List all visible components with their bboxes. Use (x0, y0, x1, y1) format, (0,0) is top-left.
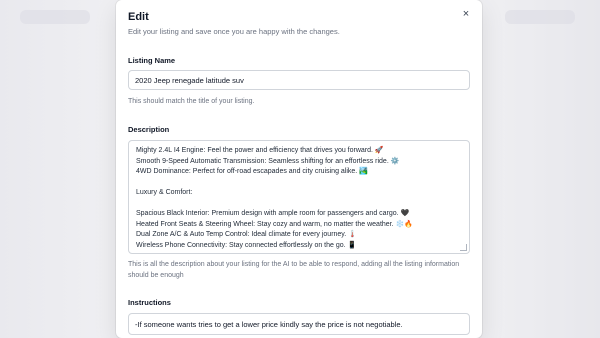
description-line: Spacious Black Interior: Premium design … (136, 210, 410, 217)
description-line: Dual Zone A/C & Auto Temp Control: Ideal… (136, 231, 357, 238)
listing-name-help: This should match the title of your list… (128, 98, 255, 105)
modal-subtitle: Edit your listing and save once you are … (128, 27, 340, 36)
close-icon[interactable]: × (460, 8, 472, 20)
listing-name-input[interactable]: 2020 Jeep renegade latitude suv (128, 70, 470, 90)
description-textarea[interactable]: Mighty 2.4L I4 Engine: Feel the power an… (128, 140, 470, 254)
description-line: Heated Front Seats & Steering Wheel: Sta… (136, 220, 413, 228)
modal-title: Edit (128, 11, 149, 23)
description-line: Wireless Phone Connectivity: Stay connec… (136, 241, 357, 249)
description-line: Luxury & Comfort: (136, 189, 193, 196)
instructions-label: Instructions (128, 298, 171, 307)
description-line: 4WD Dominance: Perfect for off-road esca… (136, 168, 368, 175)
edit-listing-modal: × Edit Edit your listing and save once y… (116, 0, 482, 338)
description-line (136, 178, 462, 189)
resize-handle[interactable] (460, 244, 467, 251)
description-help: This is all the description about your l… (128, 261, 460, 279)
background-panel-left (20, 10, 90, 24)
description-label: Description (128, 125, 170, 134)
description-line: Mighty 2.4L I4 Engine: Feel the power an… (136, 147, 384, 154)
description-line (136, 199, 462, 210)
description-line: Smooth 9-Speed Automatic Transmission: S… (136, 157, 400, 165)
background-panel-right (505, 10, 575, 24)
instructions-input[interactable]: -If someone wants tries to get a lower p… (128, 313, 470, 335)
listing-name-label: Listing Name (128, 56, 176, 65)
